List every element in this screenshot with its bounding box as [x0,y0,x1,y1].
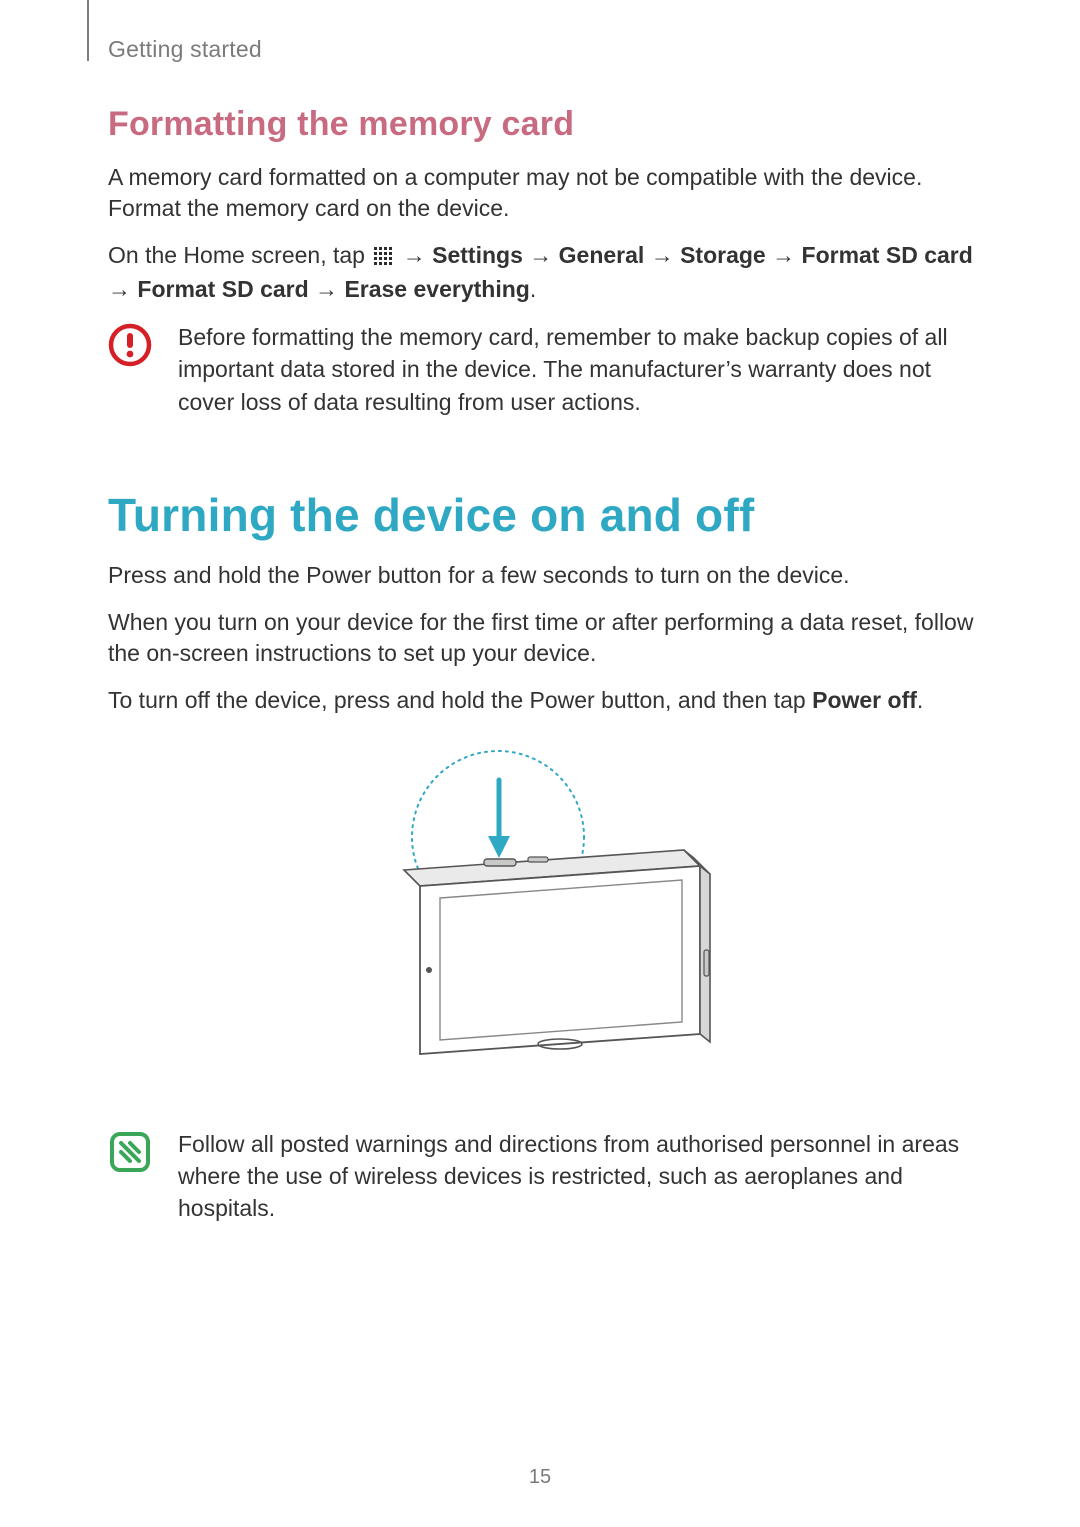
note-text: Follow all posted warnings and direction… [178,1128,980,1225]
page-number: 15 [0,1466,1080,1489]
path-settings: Settings [432,242,523,268]
subheading-formatting: Formatting the memory card [108,105,980,144]
arrow-2: → [523,242,559,268]
note-icon [108,1128,156,1225]
path-intro-text: On the Home screen, tap [108,242,371,268]
power-off-bold: Power off [812,687,917,713]
power-off-paragraph: To turn off the device, press and hold t… [108,685,980,716]
warning-text: Before formatting the memory card, remem… [178,321,980,418]
path-storage: Storage [680,242,766,268]
warning-icon [108,321,156,418]
device-figure [108,740,980,1060]
manual-page: Getting started Formatting the memory ca… [0,0,1080,1527]
format-intro-paragraph: A memory card formatted on a computer ma… [108,162,980,224]
tablet-power-illustration [344,740,744,1060]
apps-grid-icon [373,243,393,274]
arrow-6: → [309,276,345,302]
warning-callout: Before formatting the memory card, remem… [108,321,980,418]
path-format-sd-1: Format SD card [802,242,973,268]
arrow-4: → [766,242,802,268]
header-tab-rule [87,0,89,61]
note-callout: Follow all posted warnings and direction… [108,1128,980,1225]
path-general: General [559,242,645,268]
arrow-3: → [644,242,680,268]
arrow-1: → [396,242,432,268]
power-on-paragraph: Press and hold the Power button for a fe… [108,560,980,591]
arrow-5: → [108,276,137,302]
power-off-pre: To turn off the device, press and hold t… [108,687,812,713]
path-format-sd-2: Format SD card [137,276,308,302]
power-off-post: . [917,687,923,713]
format-path-paragraph: On the Home screen, tap → Settings → Gen… [108,240,980,305]
path-erase: Erase everything [344,276,529,302]
path-period: . [530,276,536,302]
heading-turning-on-off: Turning the device on and off [108,488,980,542]
section-breadcrumb: Getting started [108,36,980,63]
first-time-paragraph: When you turn on your device for the fir… [108,607,980,669]
